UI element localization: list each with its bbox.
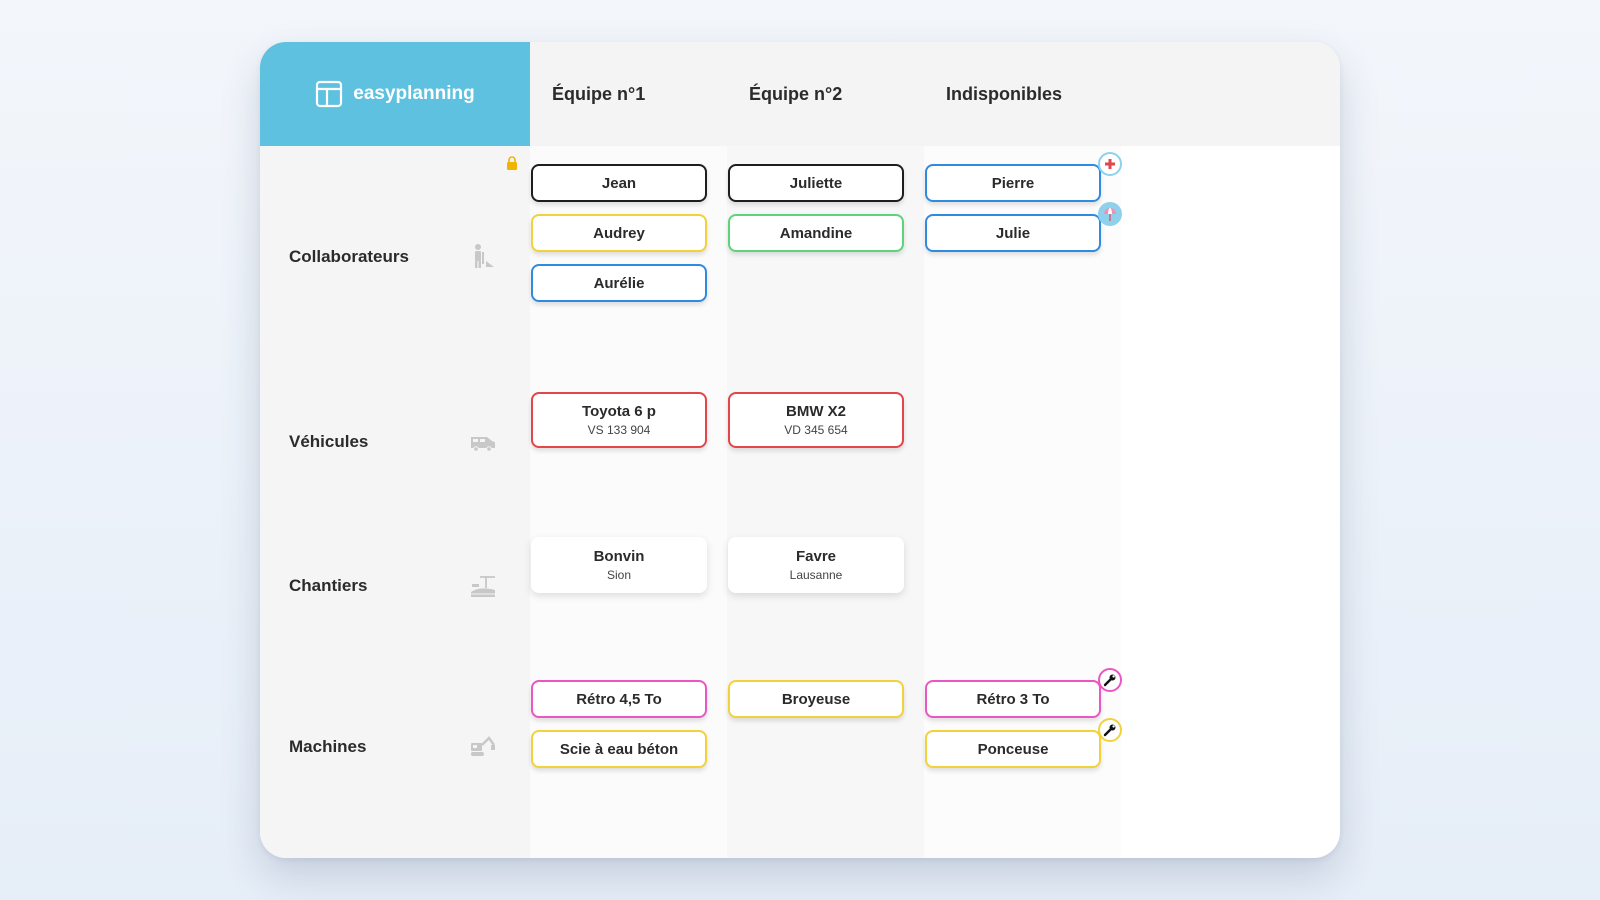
construction-site-icon (471, 576, 495, 597)
card-collaborateur-julie[interactable]: Julie (925, 214, 1101, 252)
planning-board: easyplanning Équipe n°1 Équipe n°2 Indis… (260, 42, 1340, 858)
chantier-name: Favre (795, 548, 837, 565)
card-machine-ponceuse[interactable]: Ponceuse (925, 730, 1101, 768)
app-name: easyplanning (353, 83, 475, 104)
card-collaborateur-pierre[interactable]: Pierre (925, 164, 1101, 202)
vehicule-plate: VD 345 654 (784, 423, 848, 437)
card-collaborateur-audrey[interactable]: Audrey (531, 214, 707, 252)
vehicule-plate: VS 133 904 (587, 423, 651, 437)
chantier-name: Bonvin (593, 548, 645, 565)
brand-header[interactable]: easyplanning (260, 42, 530, 146)
column-header-equipe-1[interactable]: Équipe n°1 (552, 42, 645, 146)
card-vehicule-bmw[interactable]: BMW X2 VD 345 654 (728, 392, 904, 448)
van-icon (471, 437, 495, 452)
worker-icon (475, 244, 494, 268)
card-machine-retro-3[interactable]: Rétro 3 To (925, 680, 1101, 718)
card-machine-scie[interactable]: Scie à eau béton (531, 730, 707, 768)
column-header-indisponibles[interactable]: Indisponibles (946, 42, 1062, 146)
beach-umbrella-icon (1098, 202, 1122, 226)
card-collaborateur-aurelie[interactable]: Aurélie (531, 264, 707, 302)
wrench-icon (1098, 718, 1122, 742)
card-collaborateur-amandine[interactable]: Amandine (728, 214, 904, 252)
card-machine-broyeuse[interactable]: Broyeuse (728, 680, 904, 718)
excavator-icon (471, 736, 495, 756)
card-collaborateur-juliette[interactable]: Juliette (728, 164, 904, 202)
column-header-equipe-2[interactable]: Équipe n°2 (749, 42, 842, 146)
wrench-icon (1098, 668, 1122, 692)
chantier-place: Sion (606, 568, 632, 582)
card-chantier-favre[interactable]: Favre Lausanne (728, 537, 904, 593)
card-vehicule-toyota[interactable]: Toyota 6 p VS 133 904 (531, 392, 707, 448)
row-label-vehicules: Véhicules (289, 432, 369, 451)
chantier-place: Lausanne (789, 568, 843, 582)
vehicule-name: Toyota 6 p (582, 403, 656, 420)
row-label-chantiers: Chantiers (289, 576, 368, 595)
row-label-machines: Machines (289, 737, 367, 756)
card-chantier-bonvin[interactable]: Bonvin Sion (531, 537, 707, 593)
row-label-collaborateurs: Collaborateurs (289, 247, 409, 266)
card-collaborateur-jean[interactable]: Jean (531, 164, 707, 202)
lock-icon[interactable] (506, 156, 518, 170)
column-equipe-2 (727, 146, 924, 858)
column-header-bar (530, 42, 1340, 146)
calendar-icon (316, 80, 343, 108)
card-machine-retro-4-5[interactable]: Rétro 4,5 To (531, 680, 707, 718)
vehicule-name: BMW X2 (786, 403, 846, 420)
medical-cross-icon (1098, 152, 1122, 176)
